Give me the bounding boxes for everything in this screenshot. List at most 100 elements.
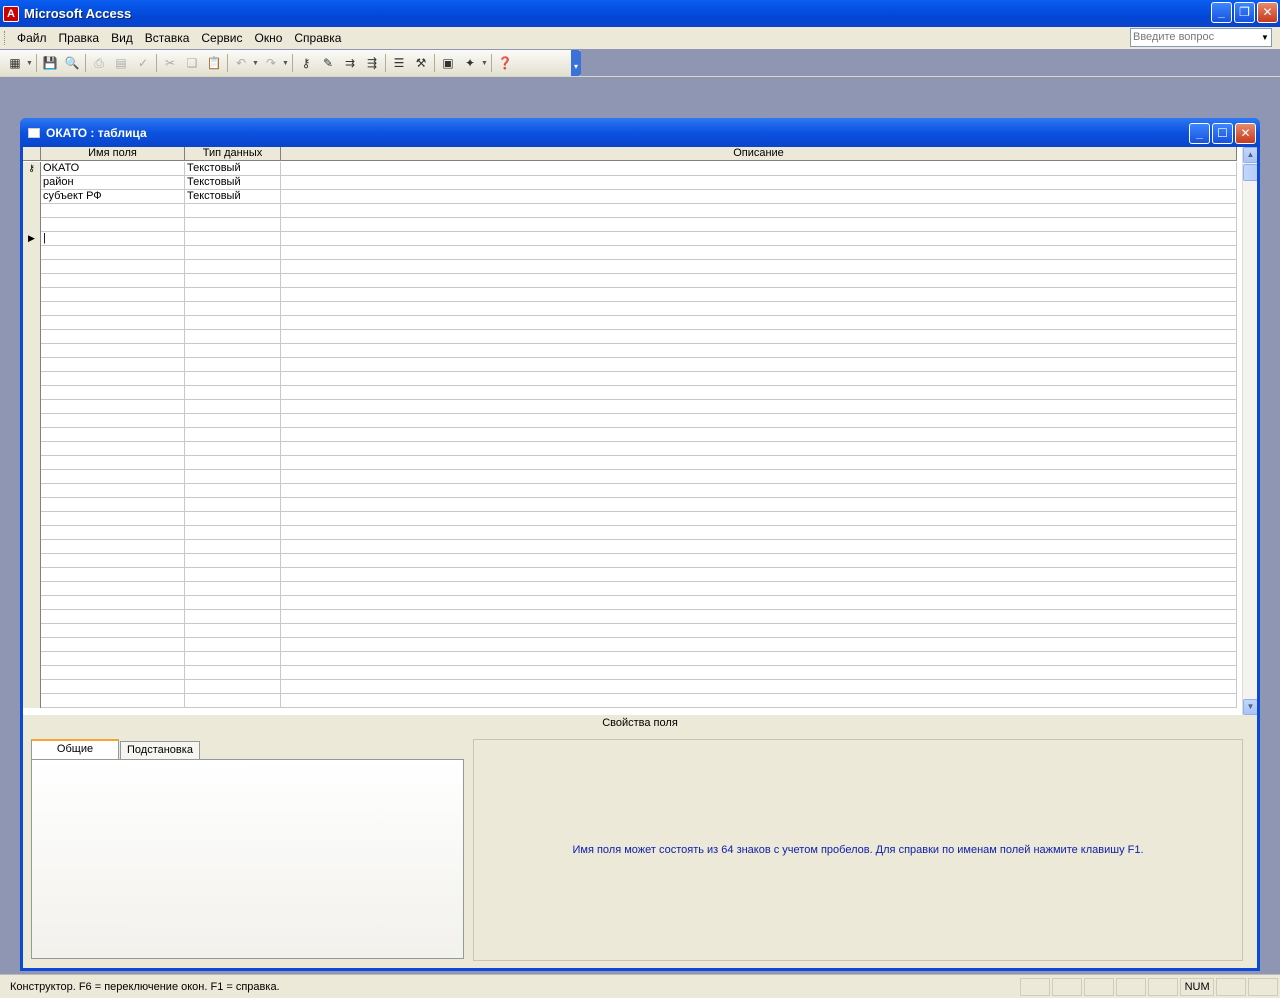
description-cell[interactable]	[281, 190, 1237, 204]
field-name-cell[interactable]	[41, 638, 185, 652]
description-cell[interactable]	[281, 400, 1237, 414]
field-name-cell[interactable]	[41, 288, 185, 302]
delete-rows-icon[interactable]: ⇶	[361, 53, 383, 73]
table-row[interactable]	[23, 456, 1237, 470]
field-name-cell[interactable]	[41, 414, 185, 428]
menu-edit[interactable]: Правка	[53, 31, 106, 45]
table-row[interactable]	[23, 428, 1237, 442]
description-cell[interactable]	[281, 246, 1237, 260]
data-type-cell[interactable]	[185, 330, 281, 344]
row-selector[interactable]	[23, 610, 41, 624]
data-type-cell[interactable]	[185, 624, 281, 638]
description-cell[interactable]	[281, 176, 1237, 190]
field-name-cell[interactable]	[41, 526, 185, 540]
data-type-cell[interactable]	[185, 470, 281, 484]
description-cell[interactable]	[281, 610, 1237, 624]
description-cell[interactable]	[281, 498, 1237, 512]
table-row[interactable]	[23, 512, 1237, 526]
undo-icon[interactable]: ↶	[230, 53, 252, 73]
row-selector[interactable]	[23, 190, 41, 204]
data-type-cell[interactable]	[185, 568, 281, 582]
header-field-name[interactable]: Имя поля	[41, 147, 185, 161]
row-selector[interactable]	[23, 316, 41, 330]
view-dropdown-icon[interactable]: ▼	[26, 60, 34, 67]
properties-icon[interactable]: ☰	[388, 53, 410, 73]
data-type-cell[interactable]	[185, 274, 281, 288]
row-selector[interactable]	[23, 484, 41, 498]
table-row[interactable]	[23, 568, 1237, 582]
description-cell[interactable]	[281, 484, 1237, 498]
field-name-cell[interactable]	[41, 484, 185, 498]
data-type-cell[interactable]	[185, 386, 281, 400]
table-row[interactable]	[23, 414, 1237, 428]
menu-tools[interactable]: Сервис	[195, 31, 248, 45]
new-object-dropdown-icon[interactable]: ▼	[481, 60, 489, 67]
table-row[interactable]	[23, 596, 1237, 610]
data-type-cell[interactable]	[185, 344, 281, 358]
field-name-cell[interactable]	[41, 344, 185, 358]
row-selector[interactable]	[23, 442, 41, 456]
data-type-cell[interactable]	[185, 456, 281, 470]
toolbar-options-icon[interactable]: ▾	[571, 50, 581, 76]
table-row[interactable]	[23, 680, 1237, 694]
table-row[interactable]	[23, 610, 1237, 624]
menu-insert[interactable]: Вставка	[139, 31, 196, 45]
data-type-cell[interactable]	[185, 260, 281, 274]
table-row[interactable]	[23, 302, 1237, 316]
data-type-cell[interactable]	[185, 540, 281, 554]
current-row-icon[interactable]: ▶	[23, 232, 41, 246]
field-name-cell[interactable]	[41, 680, 185, 694]
description-cell[interactable]	[281, 330, 1237, 344]
description-cell[interactable]	[281, 666, 1237, 680]
data-type-cell[interactable]	[185, 638, 281, 652]
view-icon[interactable]: ▦	[4, 53, 26, 73]
scroll-down-icon[interactable]: ▼	[1243, 699, 1257, 715]
menu-grip[interactable]	[4, 31, 7, 45]
data-type-cell[interactable]	[185, 246, 281, 260]
table-row[interactable]	[23, 666, 1237, 680]
tab-lookup[interactable]: Подстановка	[120, 741, 200, 760]
field-name-cell[interactable]	[41, 330, 185, 344]
search-icon[interactable]: 🔍	[61, 53, 83, 73]
table-row[interactable]	[23, 652, 1237, 666]
data-type-cell[interactable]	[185, 652, 281, 666]
data-type-cell[interactable]	[185, 666, 281, 680]
description-cell[interactable]	[281, 652, 1237, 666]
minimize-button[interactable]: _	[1211, 2, 1232, 23]
data-type-cell[interactable]	[185, 512, 281, 526]
description-cell[interactable]	[281, 302, 1237, 316]
field-name-cell[interactable]	[41, 400, 185, 414]
field-name-cell[interactable]	[41, 316, 185, 330]
data-type-cell[interactable]	[185, 204, 281, 218]
description-cell[interactable]	[281, 680, 1237, 694]
data-type-cell[interactable]	[185, 498, 281, 512]
field-name-cell[interactable]	[41, 582, 185, 596]
save-icon[interactable]: 💾	[39, 53, 61, 73]
description-cell[interactable]	[281, 260, 1237, 274]
doc-close-button[interactable]: ✕	[1235, 123, 1256, 144]
field-name-cell[interactable]	[41, 652, 185, 666]
field-name-cell[interactable]: |	[41, 232, 185, 246]
row-selector[interactable]	[23, 652, 41, 666]
field-name-cell[interactable]: субъект РФ	[41, 190, 185, 204]
row-selector[interactable]	[23, 596, 41, 610]
description-cell[interactable]	[281, 694, 1237, 708]
description-cell[interactable]	[281, 582, 1237, 596]
description-cell[interactable]	[281, 344, 1237, 358]
field-name-cell[interactable]	[41, 386, 185, 400]
description-cell[interactable]	[281, 316, 1237, 330]
table-row[interactable]	[23, 624, 1237, 638]
row-selector[interactable]	[23, 414, 41, 428]
header-description[interactable]: Описание	[281, 147, 1237, 161]
field-name-cell[interactable]	[41, 302, 185, 316]
description-cell[interactable]	[281, 204, 1237, 218]
field-name-cell[interactable]: район	[41, 176, 185, 190]
description-cell[interactable]	[281, 540, 1237, 554]
table-row[interactable]	[23, 442, 1237, 456]
row-selector[interactable]	[23, 400, 41, 414]
data-type-cell[interactable]: Текстовый	[185, 162, 281, 176]
table-row[interactable]	[23, 638, 1237, 652]
description-cell[interactable]	[281, 526, 1237, 540]
data-type-cell[interactable]	[185, 372, 281, 386]
data-type-cell[interactable]	[185, 414, 281, 428]
